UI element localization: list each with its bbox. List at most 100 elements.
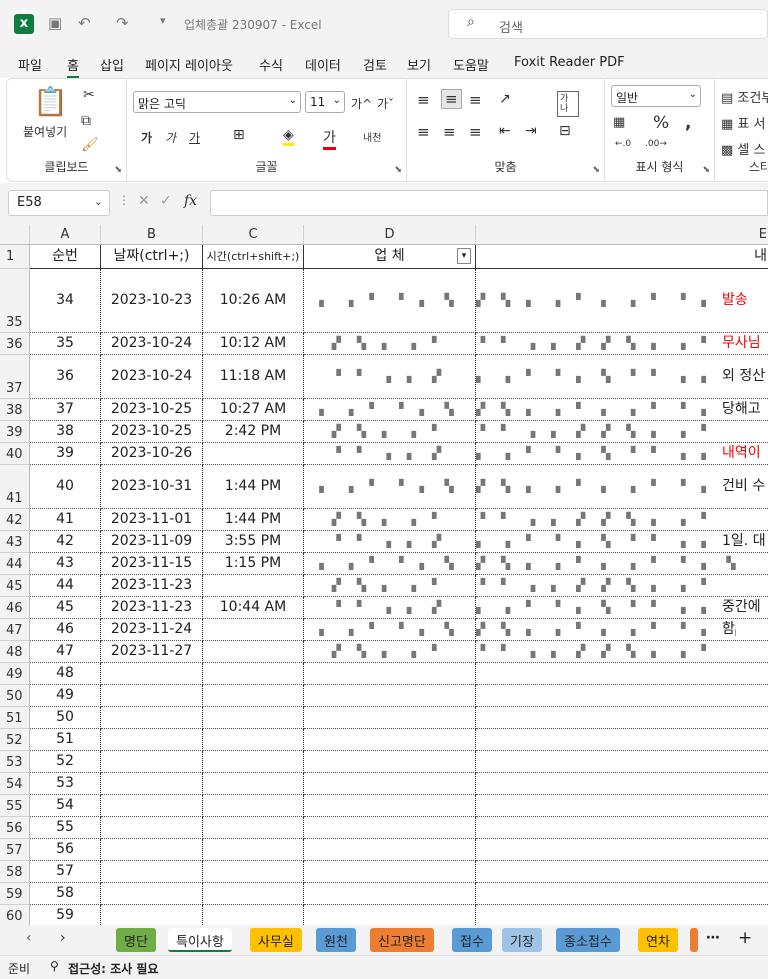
cell-date[interactable]: 2023-11-27 — [101, 641, 203, 663]
cell-date[interactable] — [101, 817, 203, 839]
name-box[interactable]: E58 ⌄ — [8, 190, 110, 216]
scroll-left-icon[interactable]: ‹ — [26, 930, 32, 946]
cell-time[interactable] — [203, 641, 304, 663]
tab-home[interactable]: 홈 — [67, 55, 79, 79]
cell-date[interactable]: 2023-10-25 — [101, 399, 203, 421]
cell-number[interactable]: 48 — [30, 663, 101, 685]
cell-time[interactable]: 10:26 AM — [203, 269, 304, 333]
cell-number[interactable]: 37 — [30, 399, 101, 421]
formula-input[interactable] — [210, 190, 768, 216]
redo-icon[interactable]: ↷ — [116, 14, 129, 32]
cell-date[interactable] — [101, 663, 203, 685]
cell-number[interactable]: 57 — [30, 861, 101, 883]
row-header[interactable]: 38 — [0, 399, 30, 421]
cell-time[interactable]: 10:12 AM — [203, 333, 304, 355]
cell-date[interactable] — [101, 905, 203, 925]
scroll-right-icon[interactable]: › — [60, 930, 66, 946]
copy-icon[interactable]: ⧉ — [81, 113, 91, 129]
row-header[interactable]: 48 — [0, 641, 30, 663]
cell-date[interactable]: 2023-11-23 — [101, 597, 203, 619]
cell-date[interactable] — [101, 861, 203, 883]
percent-icon[interactable]: % — [653, 113, 669, 133]
cell-time[interactable]: 11:18 AM — [203, 355, 304, 399]
borders-icon[interactable]: ⊞ — [233, 127, 245, 143]
align-left-icon[interactable]: ≡ — [417, 123, 430, 141]
cell-content[interactable]: ▝ ▘ ▗ ▖ ▞ ▞ ▚ ▖ ▗ ▘ — [476, 509, 768, 531]
cell-date[interactable]: 2023-11-23 — [101, 575, 203, 597]
bold-button[interactable]: 가 — [141, 129, 152, 146]
cell-content[interactable]: ▖ ▗ ▘ ▝ ▖ ▚ ▝ ▘ ▗ ▖ ▞ 내역이 — [476, 443, 768, 465]
cell-company[interactable]: ▖ ▗ ▘ ▝ ▖ ▚ — [304, 553, 476, 575]
cell-date[interactable]: 2023-11-15 — [101, 553, 203, 575]
cell-content[interactable] — [476, 795, 768, 817]
increase-decimal-icon[interactable]: ←.0 — [615, 139, 631, 149]
cell-content[interactable] — [476, 707, 768, 729]
cell-number[interactable]: 41 — [30, 509, 101, 531]
row-header[interactable]: 56 — [0, 817, 30, 839]
cell-number[interactable]: 42 — [30, 531, 101, 553]
paste-button[interactable]: 붙여넣기 — [23, 123, 67, 140]
row-header[interactable]: 41 — [0, 465, 30, 509]
comma-style-icon[interactable]: , — [685, 113, 691, 133]
cell-number[interactable]: 58 — [30, 883, 101, 905]
cell-number[interactable]: 49 — [30, 685, 101, 707]
cell-number[interactable]: 53 — [30, 773, 101, 795]
wrap-text-button[interactable]: 가나 — [557, 91, 579, 117]
cell-number[interactable]: 43 — [30, 553, 101, 575]
cell-company[interactable] — [304, 729, 476, 751]
cell-content[interactable]: ▖ ▗ ▘ ▝ ▖ ▚ ▝ ▘ ▗ ▖ ▞ 중간에 — [476, 597, 768, 619]
cell-time[interactable] — [203, 817, 304, 839]
cell-date[interactable]: 2023-10-31 — [101, 465, 203, 509]
number-launcher-icon[interactable]: ⬊ — [702, 165, 710, 175]
row-header[interactable]: 53 — [0, 751, 30, 773]
cell-number[interactable]: 35 — [30, 333, 101, 355]
grow-font-button[interactable]: 가^ — [351, 95, 372, 112]
row-header[interactable]: 51 — [0, 707, 30, 729]
cell-company[interactable] — [304, 751, 476, 773]
cell-content[interactable]: ▞ ▚ ▖ ▗ ▘ ▖ ▗ ▘ ▝ ▖ ▚ 건비 수 — [476, 465, 768, 509]
tab-foxit[interactable]: Foxit Reader PDF — [514, 55, 625, 70]
shrink-font-button[interactable]: 가ˇ — [377, 95, 394, 112]
cell-number[interactable]: 45 — [30, 597, 101, 619]
column-header-b[interactable]: B — [101, 225, 203, 245]
cell-time[interactable] — [203, 619, 304, 641]
cell-time[interactable] — [203, 729, 304, 751]
row-header[interactable]: 39 — [0, 421, 30, 443]
cell-time[interactable]: 2:42 PM — [203, 421, 304, 443]
cell-date[interactable] — [101, 707, 203, 729]
cell-company[interactable]: ▝ ▘ ▗ ▖ ▞ — [304, 443, 476, 465]
cut-icon[interactable]: ✂ — [83, 87, 95, 103]
cell-content[interactable] — [476, 685, 768, 707]
conditional-formatting-button[interactable]: ▤ 조건부 — [721, 87, 768, 106]
cell-number[interactable]: 54 — [30, 795, 101, 817]
column-header-c[interactable]: C — [203, 225, 304, 245]
cell-date[interactable]: 2023-10-25 — [101, 421, 203, 443]
align-bottom-icon[interactable]: ≡ — [469, 91, 482, 109]
cell-company[interactable]: ▞ ▚ ▖ ▗ ▘ — [304, 421, 476, 443]
row-header[interactable]: 54 — [0, 773, 30, 795]
cell-content[interactable] — [476, 729, 768, 751]
font-color-button[interactable]: 가 — [323, 127, 336, 150]
cell-number[interactable]: 38 — [30, 421, 101, 443]
cell-date[interactable]: 2023-10-26 — [101, 443, 203, 465]
italic-button[interactable]: 가 — [165, 129, 176, 146]
cell-content[interactable] — [476, 839, 768, 861]
row-header[interactable]: 60 — [0, 905, 30, 925]
row-header[interactable]: 1 — [0, 245, 30, 269]
header-cell-content[interactable]: 내 — [476, 245, 768, 269]
format-as-table-button[interactable]: ▦ 표 서 — [721, 113, 765, 132]
row-header[interactable]: 42 — [0, 509, 30, 531]
font-launcher-icon[interactable]: ⬊ — [394, 165, 402, 175]
search-box[interactable]: ⌕ 검색 — [448, 9, 768, 39]
cell-time[interactable] — [203, 839, 304, 861]
cell-styles-button[interactable]: ▩ 셀 스 — [721, 139, 765, 158]
align-top-icon[interactable]: ≡ — [417, 91, 430, 109]
phonetic-button[interactable]: 내천 — [363, 129, 381, 144]
cell-number[interactable]: 47 — [30, 641, 101, 663]
cell-company[interactable]: ▞ ▚ ▖ ▗ ▘ — [304, 575, 476, 597]
sheet-tab-partial[interactable] — [690, 928, 698, 952]
cell-company[interactable] — [304, 795, 476, 817]
fill-color-icon[interactable]: ◈ — [283, 127, 294, 146]
cell-time[interactable] — [203, 883, 304, 905]
cell-company[interactable] — [304, 817, 476, 839]
